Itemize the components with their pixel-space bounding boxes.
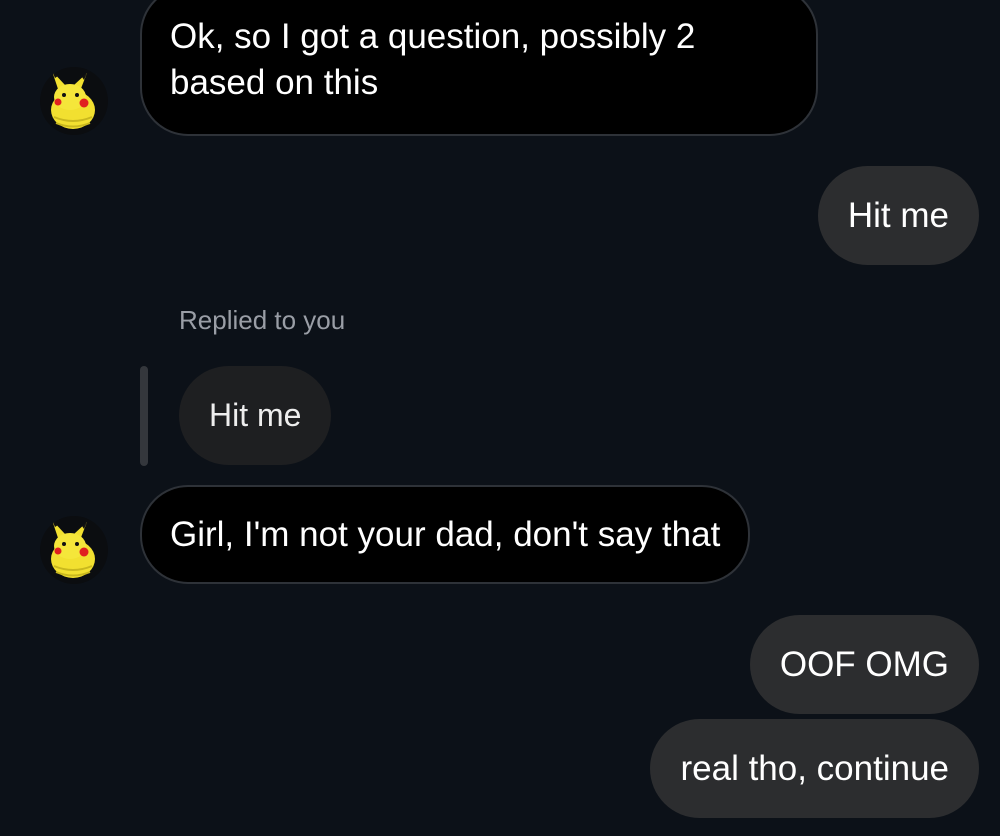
message-text-line: Ok, so I got a question, possibly 2 xyxy=(170,17,696,56)
contact-avatar[interactable] xyxy=(40,516,108,584)
incoming-message[interactable]: Ok, so I got a question, possibly 2 base… xyxy=(140,0,818,136)
reply-context-label: Replied to you xyxy=(179,305,346,335)
pikachu-avatar-icon xyxy=(51,71,95,129)
message-text: Hit me xyxy=(847,196,949,235)
outgoing-message[interactable]: real tho, continue xyxy=(650,719,979,818)
quoted-message[interactable]: Hit me xyxy=(179,366,332,465)
reply-indicator-bar xyxy=(140,366,148,466)
message-text: OOF OMG xyxy=(779,645,949,684)
contact-avatar[interactable] xyxy=(40,67,108,135)
pikachu-avatar-icon xyxy=(51,520,95,578)
message-text: real tho, continue xyxy=(680,749,949,788)
outgoing-message[interactable]: OOF OMG xyxy=(749,615,979,714)
incoming-message[interactable]: Girl, I'm not your dad, don't say that xyxy=(140,485,751,584)
message-text: Girl, I'm not your dad, don't say that xyxy=(170,515,721,554)
message-text-line: based on this xyxy=(170,63,379,102)
chat-thread: Ok, so I got a question, possibly 2 base… xyxy=(0,0,1000,836)
quoted-text: Hit me xyxy=(209,397,302,433)
outgoing-message[interactable]: Hit me xyxy=(817,166,979,265)
